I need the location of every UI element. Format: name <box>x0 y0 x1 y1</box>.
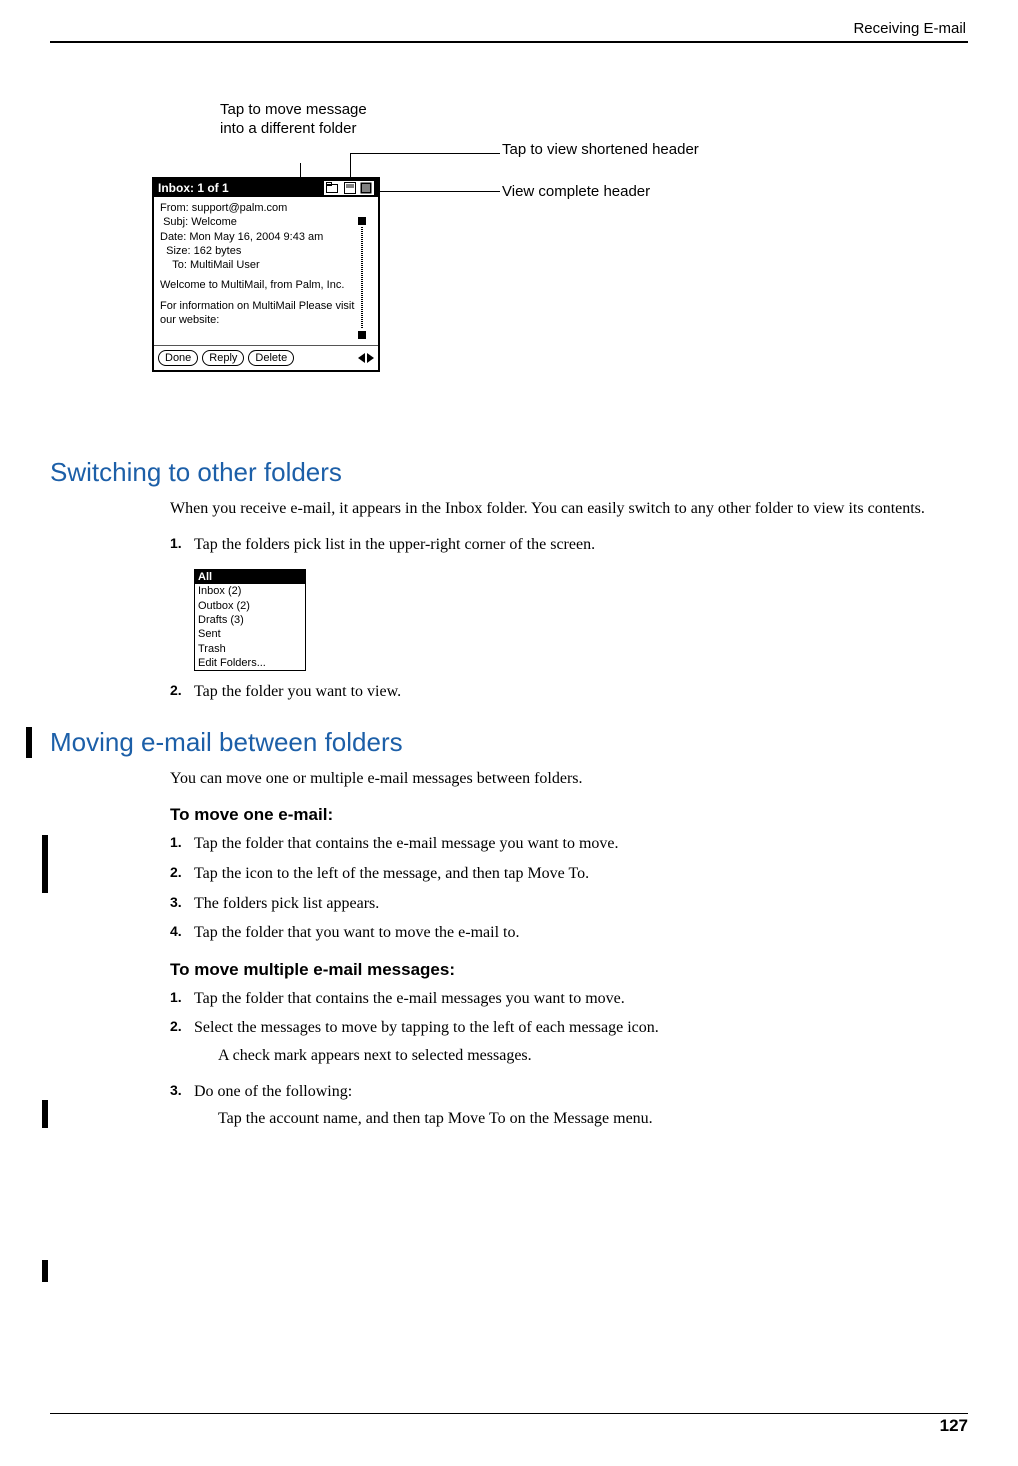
titlebar-icons <box>324 181 374 195</box>
from-label: From: <box>160 202 189 214</box>
picklist-option[interactable]: Sent <box>195 627 305 641</box>
section-title-moving: Moving e-mail between folders <box>26 727 968 758</box>
step-text: Tap the folder that contains the e-mail … <box>194 988 968 1010</box>
step-number: 4. <box>170 922 194 944</box>
scroll-track[interactable] <box>361 227 363 329</box>
page-number: 127 <box>50 1414 968 1436</box>
size-value: 162 bytes <box>194 245 242 257</box>
titlebar: Inbox: 1 of 1 <box>154 179 378 197</box>
callout-short-header: Tap to view shortened header <box>502 141 722 160</box>
section-title-switching: Switching to other folders <box>50 457 968 488</box>
step-number: 1. <box>170 534 194 556</box>
picklist-option[interactable]: Inbox (2) <box>195 584 305 598</box>
step-text: Tap the folder that contains the e-mail … <box>194 833 968 855</box>
step-text: Tap the folder that you want to move the… <box>194 922 968 944</box>
callout-move-folder: Tap to move message into a different fol… <box>220 101 380 139</box>
folder-move-icon[interactable] <box>326 182 340 194</box>
step-action: Tap the account name, and then tap Move … <box>218 1108 968 1130</box>
step-text: Do one of the following: <box>194 1083 352 1100</box>
body-line: Welcome to MultiMail, from Palm, Inc. <box>160 278 362 292</box>
change-bar <box>42 835 48 893</box>
step-number: 1. <box>170 833 194 855</box>
step-text: Select the messages to move by tapping t… <box>194 1019 659 1036</box>
date-value: Mon May 16, 2004 9:43 am <box>189 231 323 243</box>
titlebar-text: Inbox: 1 of 1 <box>158 181 229 195</box>
section1-intro: When you receive e-mail, it appears in t… <box>170 498 968 520</box>
step-note: A check mark appears next to selected me… <box>218 1045 968 1067</box>
delete-button[interactable]: Delete <box>248 350 294 366</box>
size-label: Size: <box>166 245 190 257</box>
leader-line <box>368 191 500 192</box>
scroll-down-icon[interactable] <box>358 331 366 339</box>
leader-line <box>350 153 351 179</box>
subhead-move-one: To move one e-mail: <box>170 805 968 825</box>
change-bar <box>42 1260 48 1282</box>
to-label: To: <box>172 259 187 271</box>
subhead-move-multiple: To move multiple e-mail messages: <box>170 960 968 980</box>
email-screenshot: Inbox: 1 of 1 From: support@palm.com Sub… <box>152 177 380 372</box>
step-number: 3. <box>170 893 194 915</box>
step-number: 3. <box>170 1081 194 1136</box>
change-bar <box>42 1100 48 1128</box>
folder-picklist[interactable]: All Inbox (2) Outbox (2) Drafts (3) Sent… <box>194 569 306 671</box>
step-number: 2. <box>170 1017 194 1072</box>
running-head: Receiving E-mail <box>50 20 968 41</box>
button-bar: Done Reply Delete <box>154 345 378 370</box>
step-number: 2. <box>170 863 194 885</box>
reply-button[interactable]: Reply <box>202 350 244 366</box>
step-text: The folders pick list appears. <box>194 893 968 915</box>
message-body: From: support@palm.com Subj: Welcome Dat… <box>154 197 378 345</box>
scrollbar[interactable] <box>358 217 366 339</box>
body-line: For information on MultiMail Please visi… <box>160 299 362 328</box>
prev-message-icon[interactable] <box>358 353 365 363</box>
leader-line <box>350 153 500 154</box>
from-value: support@palm.com <box>192 202 288 214</box>
to-value: MultiMail User <box>190 259 260 271</box>
picklist-header[interactable]: All <box>195 570 305 584</box>
section2-intro: You can move one or multiple e-mail mess… <box>170 768 968 790</box>
step-text: Tap the folders pick list in the upper-r… <box>194 534 968 556</box>
scroll-up-icon[interactable] <box>358 217 366 225</box>
step-text: Tap the icon to the left of the message,… <box>194 863 968 885</box>
short-header-icon[interactable] <box>344 182 356 194</box>
subj-label: Subj: <box>163 216 188 228</box>
callout-full-header: View complete header <box>502 183 722 202</box>
subj-value: Welcome <box>191 216 237 228</box>
next-message-icon[interactable] <box>367 353 374 363</box>
step-number: 2. <box>170 681 194 703</box>
picklist-option[interactable]: Drafts (3) <box>195 613 305 627</box>
done-button[interactable]: Done <box>158 350 198 366</box>
footer: 127 <box>50 1413 968 1436</box>
header-rule <box>50 41 968 43</box>
full-header-icon[interactable] <box>360 182 372 194</box>
date-label: Date: <box>160 231 186 243</box>
picklist-option[interactable]: Trash <box>195 642 305 656</box>
step-text: Tap the folder you want to view. <box>194 681 968 703</box>
picklist-option[interactable]: Outbox (2) <box>195 599 305 613</box>
step-number: 1. <box>170 988 194 1010</box>
picklist-option[interactable]: Edit Folders... <box>195 656 305 670</box>
